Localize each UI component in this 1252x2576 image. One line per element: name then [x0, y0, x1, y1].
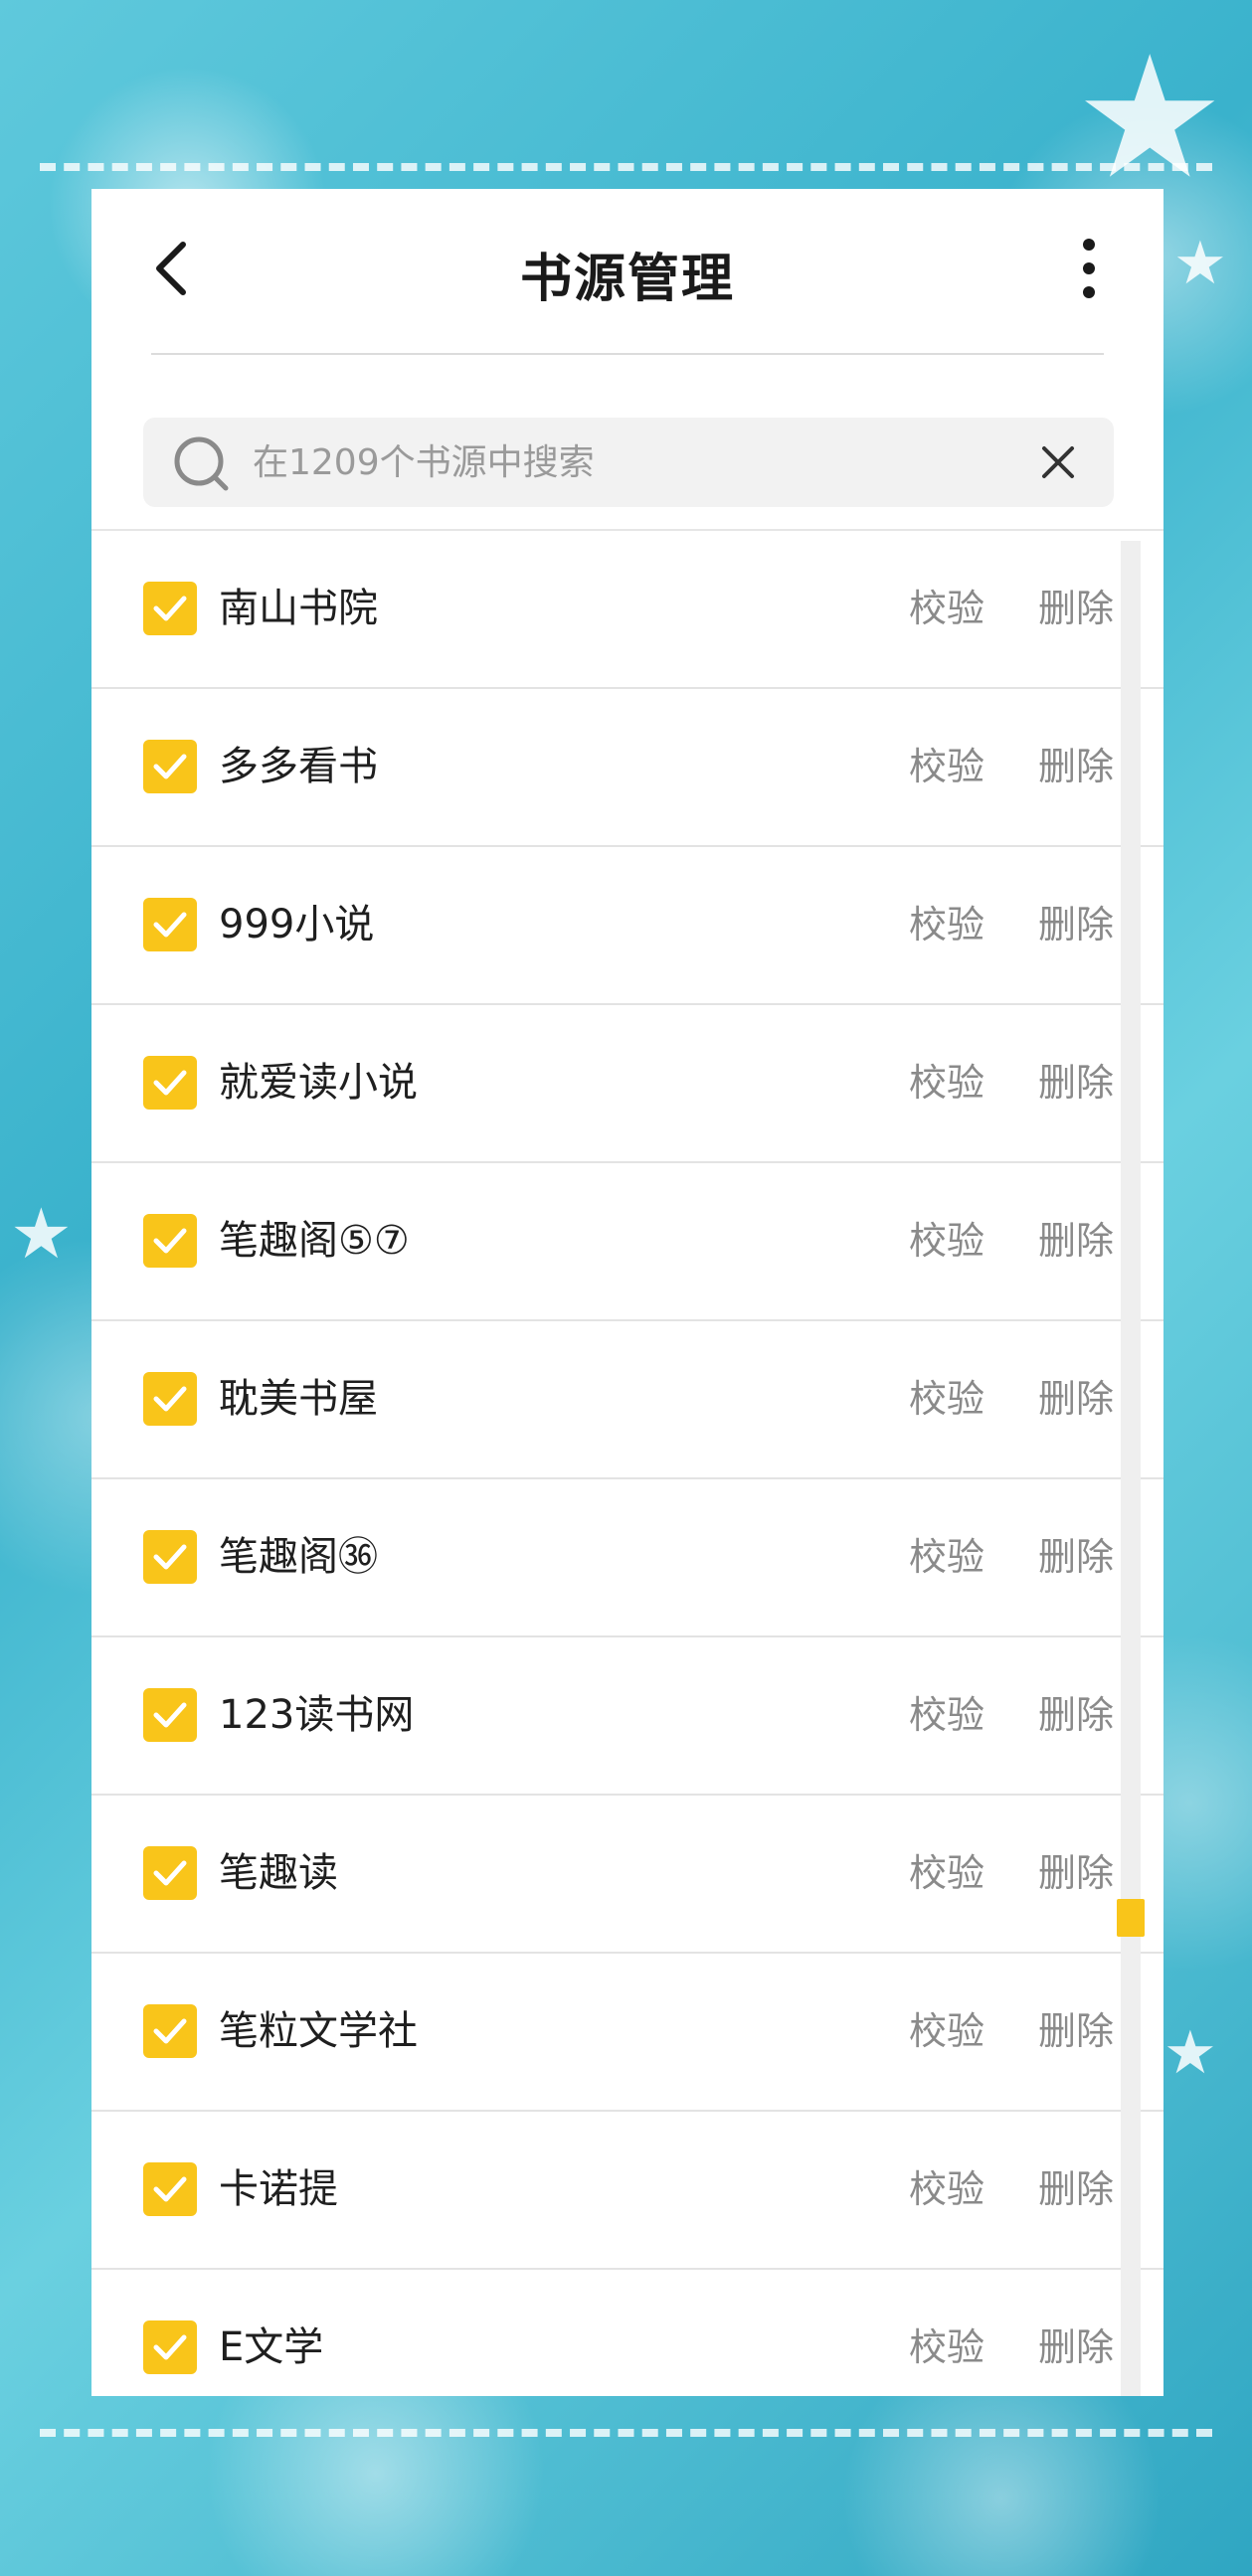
- header-divider: [151, 353, 1104, 355]
- delete-button[interactable]: 删除: [1038, 2005, 1114, 2057]
- source-checkbox[interactable]: [143, 1530, 197, 1584]
- verify-button[interactable]: 校验: [909, 1057, 984, 1109]
- checkmark-icon: [153, 1386, 187, 1412]
- delete-button[interactable]: 删除: [1038, 1215, 1114, 1267]
- verify-button[interactable]: 校验: [909, 583, 984, 634]
- verify-button[interactable]: 校验: [909, 741, 984, 792]
- verify-button[interactable]: 校验: [909, 2321, 984, 2373]
- delete-button[interactable]: 删除: [1038, 583, 1114, 634]
- list-item: 笔趣阁⑤⑦ 校验 删除: [91, 1163, 1163, 1321]
- source-checkbox[interactable]: [143, 1056, 197, 1110]
- delete-button[interactable]: 删除: [1038, 899, 1114, 950]
- checkmark-icon: [153, 912, 187, 938]
- source-checkbox[interactable]: [143, 2162, 197, 2216]
- scrollbar-track[interactable]: [1121, 541, 1141, 2396]
- background-dashed-border-bottom: [40, 2429, 1212, 2437]
- source-name: 耽美书屋: [219, 1376, 378, 1422]
- source-checkbox[interactable]: [143, 898, 197, 951]
- search-icon: [174, 436, 229, 491]
- verify-button[interactable]: 校验: [909, 1689, 984, 1741]
- delete-button[interactable]: 删除: [1038, 741, 1114, 792]
- source-name: 笔趣读: [219, 1850, 338, 1896]
- source-checkbox[interactable]: [143, 1214, 197, 1268]
- verify-button[interactable]: 校验: [909, 1531, 984, 1583]
- checkmark-icon: [153, 596, 187, 621]
- list-item: 南山书院 校验 删除: [91, 531, 1163, 689]
- list-item: 就爱读小说 校验 删除: [91, 1005, 1163, 1163]
- delete-button[interactable]: 删除: [1038, 1689, 1114, 1741]
- source-name: E文学: [219, 2324, 324, 2370]
- verify-button[interactable]: 校验: [909, 1215, 984, 1267]
- checkmark-icon: [153, 1070, 187, 1096]
- background-star-decoration: ★: [1074, 20, 1226, 217]
- source-name: 笔粒文学社: [219, 2008, 418, 2054]
- more-vertical-icon[interactable]: [1074, 237, 1104, 300]
- verify-button[interactable]: 校验: [909, 2163, 984, 2215]
- list-item: 卡诺提 校验 删除: [91, 2112, 1163, 2270]
- source-name: 卡诺提: [219, 2166, 338, 2212]
- list-item: 999小说 校验 删除: [91, 847, 1163, 1005]
- verify-button[interactable]: 校验: [909, 2005, 984, 2057]
- source-checkbox[interactable]: [143, 582, 197, 635]
- source-name: 笔趣阁⑤⑦: [219, 1218, 410, 1264]
- list-item: E文学 校验 删除: [91, 2270, 1163, 2396]
- verify-button[interactable]: 校验: [909, 1847, 984, 1899]
- list-item: 笔趣阁㊱ 校验 删除: [91, 1479, 1163, 1637]
- delete-button[interactable]: 删除: [1038, 1531, 1114, 1583]
- verify-button[interactable]: 校验: [909, 899, 984, 950]
- source-checkbox[interactable]: [143, 1846, 197, 1900]
- source-checkbox[interactable]: [143, 1688, 197, 1742]
- checkmark-icon: [153, 754, 187, 779]
- source-checkbox[interactable]: [143, 2320, 197, 2374]
- background-star-decoration: ★: [1163, 2018, 1217, 2088]
- book-source-manager-panel: 书源管理 南山书院 校验 删除: [91, 189, 1163, 2396]
- delete-button[interactable]: 删除: [1038, 1057, 1114, 1109]
- book-source-list: 南山书院 校验 删除 多多看书 校验 删除 999小说 校验 删除 就爱读小说 …: [91, 531, 1163, 2396]
- close-icon[interactable]: [1040, 444, 1076, 480]
- list-item: 耽美书屋 校验 删除: [91, 1321, 1163, 1479]
- checkmark-icon: [153, 2334, 187, 2360]
- source-name: 123读书网: [219, 1692, 415, 1738]
- list-item: 123读书网 校验 删除: [91, 1637, 1163, 1796]
- checkmark-icon: [153, 1544, 187, 1570]
- top-bar: 书源管理: [91, 189, 1163, 353]
- source-name: 999小说: [219, 902, 375, 947]
- checkmark-icon: [153, 1228, 187, 1254]
- delete-button[interactable]: 删除: [1038, 1373, 1114, 1425]
- search-input[interactable]: [253, 418, 988, 507]
- checkmark-icon: [153, 1860, 187, 1886]
- background-star-decoration: ★: [10, 1193, 73, 1275]
- checkmark-icon: [153, 1702, 187, 1728]
- verify-button[interactable]: 校验: [909, 1373, 984, 1425]
- source-checkbox[interactable]: [143, 740, 197, 793]
- search-bar[interactable]: [143, 418, 1114, 507]
- list-item: 多多看书 校验 删除: [91, 689, 1163, 847]
- background-dashed-border-top: [40, 163, 1212, 171]
- page-title: 书源管理: [519, 250, 735, 309]
- source-checkbox[interactable]: [143, 2004, 197, 2058]
- list-item: 笔粒文学社 校验 删除: [91, 1954, 1163, 2112]
- source-checkbox[interactable]: [143, 1372, 197, 1426]
- source-name: 就爱读小说: [219, 1060, 418, 1106]
- checkmark-icon: [153, 2176, 187, 2202]
- source-name: 笔趣阁㊱: [219, 1534, 378, 1580]
- delete-button[interactable]: 删除: [1038, 1847, 1114, 1899]
- list-item: 笔趣读 校验 删除: [91, 1796, 1163, 1954]
- source-name: 南山书院: [219, 586, 378, 631]
- checkmark-icon: [153, 2018, 187, 2044]
- scrollbar-thumb[interactable]: [1117, 1899, 1145, 1937]
- delete-button[interactable]: 删除: [1038, 2321, 1114, 2373]
- background-star-decoration: ★: [1173, 229, 1227, 298]
- source-name: 多多看书: [219, 744, 378, 789]
- delete-button[interactable]: 删除: [1038, 2163, 1114, 2215]
